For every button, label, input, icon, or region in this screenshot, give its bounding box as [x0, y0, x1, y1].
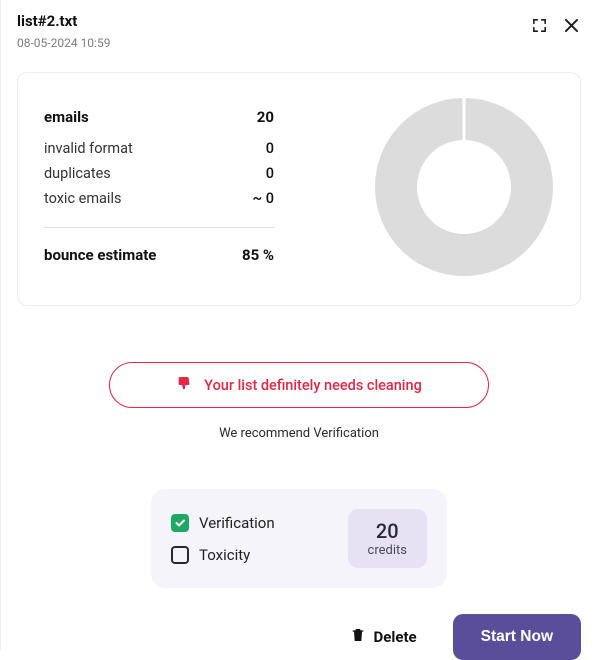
checkbox-unchecked-icon[interactable] [171, 546, 189, 564]
delete-label: Delete [374, 628, 417, 646]
option-label: Verification [199, 514, 275, 532]
stat-row: duplicates 0 [44, 161, 274, 186]
credits-tile: 20 credits [348, 509, 427, 568]
header: list#2.txt 08-05-2024 10:59 [17, 12, 581, 50]
stat-label: bounce estimate [44, 246, 156, 264]
start-button[interactable]: Start Now [453, 614, 581, 660]
options-list: Verification Toxicity [171, 514, 275, 564]
credits-label: credits [368, 543, 407, 558]
recommend-text: We recommend Verification [17, 426, 581, 441]
header-left: list#2.txt 08-05-2024 10:59 [17, 12, 110, 50]
stat-emails: emails 20 [44, 104, 274, 136]
stat-label: toxic emails [44, 190, 121, 207]
stat-value: 0 [266, 165, 274, 182]
close-icon[interactable] [562, 16, 581, 35]
cleaning-banner: Your list definitely needs cleaning [109, 362, 489, 408]
donut-chart [374, 97, 554, 281]
stat-bounce: bounce estimate 85 % [44, 242, 274, 274]
thumbs-down-icon [176, 375, 192, 395]
stat-value: ~ 0 [253, 190, 274, 207]
expand-icon[interactable] [531, 17, 548, 34]
banner-text: Your list definitely needs cleaning [204, 377, 422, 394]
footer: Delete Start Now [17, 588, 581, 660]
stat-label: emails [44, 108, 89, 126]
stat-label: duplicates [44, 165, 111, 182]
delete-button[interactable]: Delete [350, 627, 417, 647]
divider [44, 227, 274, 228]
checkbox-checked-icon[interactable] [171, 514, 189, 532]
options-card: Verification Toxicity 20 credits [151, 489, 447, 588]
stat-label: invalid format [44, 140, 133, 157]
timestamp: 08-05-2024 10:59 [17, 36, 110, 50]
header-actions [531, 16, 581, 35]
stat-value: 85 % [242, 246, 274, 264]
stat-row: invalid format 0 [44, 136, 274, 161]
trash-icon [350, 627, 366, 647]
stat-row: toxic emails ~ 0 [44, 186, 274, 211]
stats-table: emails 20 invalid format 0 duplicates 0 … [44, 104, 274, 274]
stat-value: 0 [266, 140, 274, 157]
option-toxicity[interactable]: Toxicity [171, 546, 275, 564]
stat-value: 20 [257, 108, 274, 126]
file-title: list#2.txt [17, 12, 110, 30]
option-label: Toxicity [199, 546, 250, 564]
option-verification[interactable]: Verification [171, 514, 275, 532]
credits-value: 20 [368, 519, 407, 543]
stats-card: emails 20 invalid format 0 duplicates 0 … [17, 72, 581, 306]
